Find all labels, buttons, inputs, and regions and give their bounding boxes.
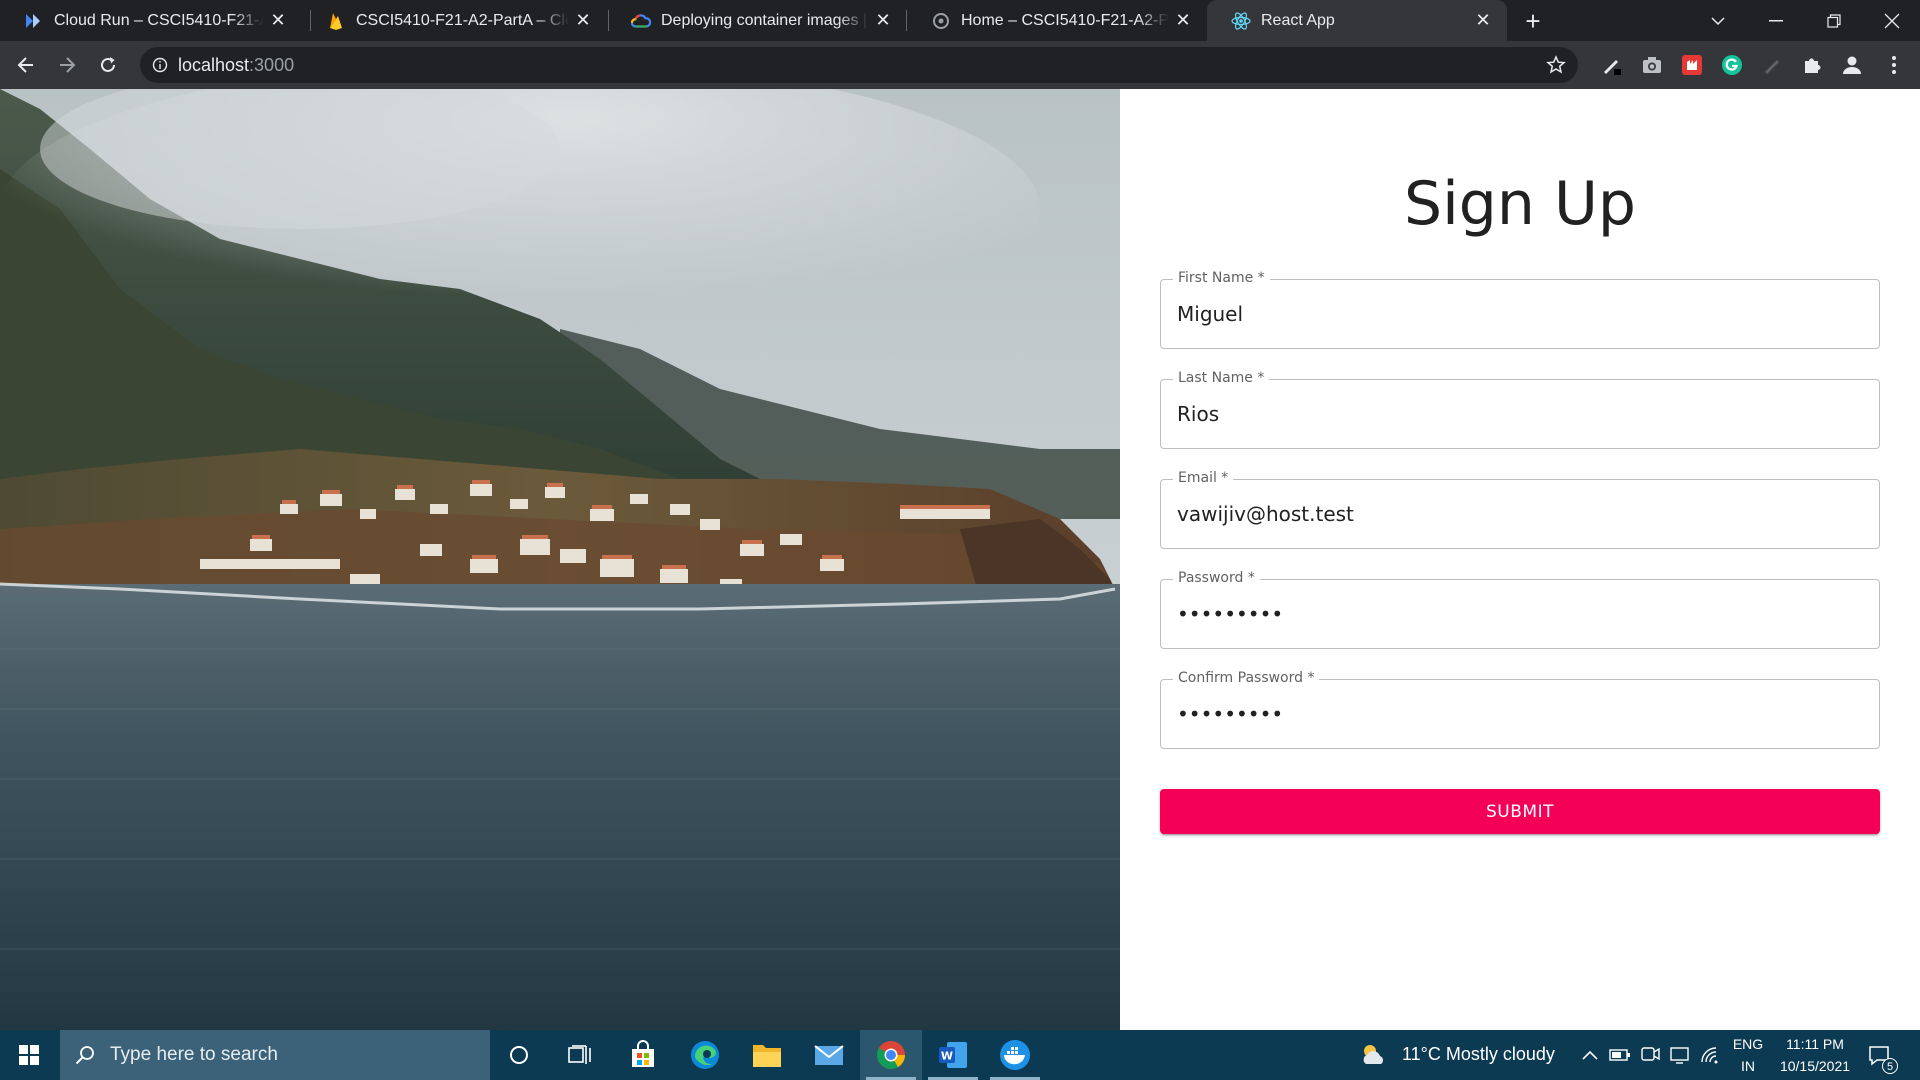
pen-extension-icon[interactable] xyxy=(1600,53,1624,77)
first-name-field[interactable]: First Name * Miguel xyxy=(1160,270,1880,349)
word-icon[interactable]: W xyxy=(922,1030,984,1080)
tab-title: Cloud Run – CSCI5410-F21-A2-PartA xyxy=(54,11,264,29)
task-view-icon[interactable] xyxy=(551,1030,609,1080)
reload-icon[interactable] xyxy=(92,49,124,81)
tab-search-icon[interactable] xyxy=(1690,0,1746,41)
meet-now-icon[interactable] xyxy=(1638,1043,1662,1067)
wifi-icon[interactable] xyxy=(1698,1043,1722,1067)
windows-taskbar: Type here to search W 11°C Mostly cloudy xyxy=(0,1030,1920,1080)
tab-title: CSCI5410-F21-A2-PartA – Cloud Firestore xyxy=(356,11,569,29)
field-value[interactable]: vawijiv@host.test xyxy=(1177,480,1354,548)
notification-count-badge: 5 xyxy=(1882,1058,1898,1074)
site-info-icon[interactable] xyxy=(148,53,172,77)
signup-form-panel: Sign Up First Name * Miguel Last Name * … xyxy=(1120,89,1920,1030)
chrome-icon[interactable] xyxy=(860,1030,922,1080)
tab-title: Deploying container images | Cloud Run xyxy=(661,11,869,29)
tab-deploying-container-images[interactable]: Deploying container images | Cloud Run ✕ xyxy=(607,0,907,41)
cloud-run-icon xyxy=(24,11,44,31)
clock-time[interactable]: 11:11 PM xyxy=(1770,1036,1860,1052)
field-value[interactable]: Rios xyxy=(1177,380,1219,448)
taskbar-search-box[interactable]: Type here to search xyxy=(60,1030,490,1080)
new-tab-button[interactable]: + xyxy=(1516,4,1550,38)
coastal-village-photo xyxy=(0,89,1120,1030)
edge-browser-icon[interactable] xyxy=(674,1030,736,1080)
mail-icon[interactable] xyxy=(798,1030,860,1080)
language-indicator[interactable]: ENG xyxy=(1730,1036,1766,1052)
page-viewport: Sign Up First Name * Miguel Last Name * … xyxy=(0,89,1920,1030)
close-tab-icon[interactable]: ✕ xyxy=(569,7,597,35)
browser-tab-strip: Cloud Run – CSCI5410-F21-A2-PartA ✕ CSCI… xyxy=(0,0,1920,41)
search-icon xyxy=(60,1030,110,1080)
file-explorer-icon[interactable] xyxy=(736,1030,798,1080)
weather-cloudy-icon[interactable] xyxy=(1358,1040,1388,1070)
forward-arrow-icon[interactable] xyxy=(51,49,83,81)
close-tab-icon[interactable]: ✕ xyxy=(869,7,897,35)
region-indicator[interactable]: IN xyxy=(1730,1058,1766,1074)
close-tab-icon[interactable]: ✕ xyxy=(1469,7,1497,35)
search-placeholder: Type here to search xyxy=(110,1044,278,1065)
svg-text:W: W xyxy=(941,1050,953,1063)
cortana-icon[interactable] xyxy=(490,1030,548,1080)
display-icon[interactable] xyxy=(1668,1043,1692,1067)
google-cloud-icon xyxy=(631,11,651,31)
chevron-up-icon[interactable] xyxy=(1578,1043,1602,1067)
page-title: Sign Up xyxy=(1404,169,1636,239)
clock-date[interactable]: 10/15/2021 xyxy=(1770,1058,1860,1074)
profile-avatar-icon[interactable] xyxy=(1840,53,1864,77)
weather-text[interactable]: 11°C Mostly cloudy xyxy=(1402,1044,1555,1065)
tab-firestore[interactable]: CSCI5410-F21-A2-PartA – Cloud Firestore … xyxy=(302,0,607,41)
address-bar[interactable]: localhost:3000 xyxy=(140,47,1578,83)
field-value[interactable]: ••••••••• xyxy=(1177,580,1283,648)
close-tab-icon[interactable]: ✕ xyxy=(264,7,292,35)
bookmark-star-icon[interactable] xyxy=(1544,53,1568,77)
browser-menu-icon[interactable] xyxy=(1882,53,1906,77)
password-field[interactable]: Password * ••••••••• xyxy=(1160,570,1880,649)
grammarly-icon[interactable] xyxy=(1720,53,1744,77)
microsoft-store-icon[interactable] xyxy=(612,1030,674,1080)
confirm-password-field[interactable]: Confirm Password * ••••••••• xyxy=(1160,670,1880,749)
tab-title: React App xyxy=(1261,11,1335,29)
close-window-icon[interactable] xyxy=(1864,0,1920,41)
red-extension-icon[interactable] xyxy=(1680,53,1704,77)
last-name-field[interactable]: Last Name * Rios xyxy=(1160,370,1880,449)
tab-title: Home – CSCI5410-F21-A2-Par... xyxy=(961,11,1169,29)
field-value[interactable]: Miguel xyxy=(1177,280,1243,348)
firebase-icon xyxy=(326,11,346,31)
tab-react-app[interactable]: React App ✕ xyxy=(1207,0,1507,41)
disabled-extension-icon[interactable] xyxy=(1760,53,1784,77)
submit-button[interactable]: SUBMIT xyxy=(1160,789,1880,834)
loading-globe-icon xyxy=(931,11,951,31)
url-text: localhost:3000 xyxy=(178,55,295,75)
windows-start-icon[interactable] xyxy=(0,1030,58,1080)
field-value[interactable]: ••••••••• xyxy=(1177,680,1283,748)
browser-toolbar: localhost:3000 xyxy=(0,41,1920,89)
back-arrow-icon[interactable] xyxy=(10,49,42,81)
email-field[interactable]: Email * vawijiv@host.test xyxy=(1160,470,1880,549)
close-tab-icon[interactable]: ✕ xyxy=(1169,7,1197,35)
camera-extension-icon[interactable] xyxy=(1640,53,1664,77)
tab-cloud-run[interactable]: Cloud Run – CSCI5410-F21-A2-PartA ✕ xyxy=(0,0,302,41)
restore-icon[interactable] xyxy=(1806,0,1862,41)
tab-home[interactable]: Home – CSCI5410-F21-A2-Par... ✕ xyxy=(907,0,1207,41)
battery-icon[interactable] xyxy=(1608,1043,1632,1067)
extensions-puzzle-icon[interactable] xyxy=(1800,53,1824,77)
react-icon xyxy=(1231,11,1251,31)
docker-icon[interactable] xyxy=(984,1030,1046,1080)
minimize-icon[interactable] xyxy=(1748,0,1804,41)
